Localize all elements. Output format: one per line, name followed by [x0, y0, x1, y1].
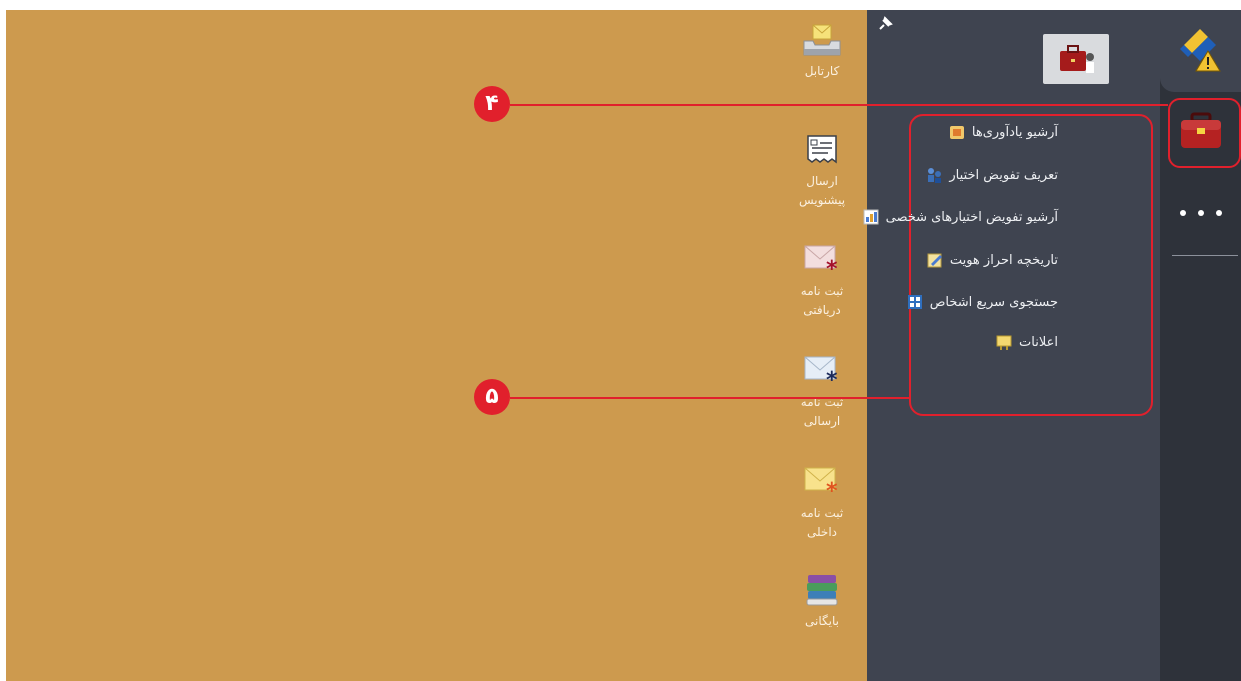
menu-item-people-search[interactable]: جستجوی سریع اشخاص	[906, 291, 1058, 313]
desktop-area: کارتابل ارسال پیشنویس * ثبت نامه دریافتی	[6, 10, 868, 681]
rail-item-main[interactable]	[1160, 10, 1241, 92]
announcement-icon	[995, 333, 1013, 351]
auth-history-icon	[926, 251, 944, 269]
svg-text:*: *	[826, 257, 838, 278]
menu-item-delegation-archive[interactable]: آرشیو تفویض اختیارهای شخصی	[862, 206, 1058, 228]
annotation-5-line	[510, 397, 910, 399]
warning-app-icon	[1176, 25, 1226, 77]
reminder-archive-icon	[948, 123, 966, 141]
draft-document-icon	[802, 132, 842, 168]
side-panel: آرشیو یادآوری‌ها تعریف تفویض اختیار آرشی…	[863, 10, 1160, 681]
desktop-icon-archive[interactable]: بایگانی	[782, 572, 862, 631]
app-rail	[1160, 10, 1241, 681]
rail-divider	[1172, 255, 1238, 256]
people-search-icon	[906, 293, 924, 311]
annotation-4-badge: ۴	[474, 86, 510, 122]
desktop-icon-label: ثبت نامه داخلی	[800, 506, 844, 539]
inbox-tray-icon	[802, 22, 842, 58]
desktop-icon-kartable[interactable]: کارتابل	[782, 22, 862, 81]
desktop-icon-label: ثبت نامه دریافتی	[800, 284, 844, 317]
briefcase-icon	[1178, 111, 1224, 155]
menu-item-reminder-archive[interactable]: آرشیو یادآوری‌ها	[948, 121, 1058, 143]
delegation-archive-icon	[862, 208, 880, 226]
pin-icon[interactable]	[877, 16, 893, 32]
more-dots-icon	[1178, 203, 1224, 222]
mail-yellow-asterisk-icon: *	[802, 464, 842, 500]
desktop-icon-register-sent[interactable]: * ثبت نامه ارسالی	[782, 353, 862, 431]
desktop-icon-label: کارتابل	[804, 64, 840, 78]
svg-text:*: *	[826, 368, 838, 389]
delegation-icon	[925, 166, 943, 184]
annotation-4-line	[510, 104, 1168, 106]
rail-item-more[interactable]	[1160, 174, 1241, 250]
briefcase-user-icon	[1043, 34, 1109, 84]
menu-item-announcements[interactable]: اعلانات	[995, 331, 1058, 353]
desktop-icon-send-draft[interactable]: ارسال پیشنویس	[782, 132, 862, 210]
rail-item-briefcase[interactable]	[1160, 98, 1241, 168]
mail-blue-asterisk-icon: *	[802, 353, 842, 389]
desktop-icon-register-internal[interactable]: * ثبت نامه داخلی	[782, 464, 862, 542]
svg-text:*: *	[826, 479, 838, 500]
desktop-icon-label: ارسال پیشنویس	[798, 174, 846, 207]
desktop-icon-register-received[interactable]: * ثبت نامه دریافتی	[782, 242, 862, 320]
menu-item-delegation-define[interactable]: تعریف تفویض اختیار	[925, 164, 1058, 186]
menu-item-auth-history[interactable]: تاریخچه احراز هویت	[926, 249, 1058, 271]
mail-red-asterisk-icon: *	[802, 242, 842, 278]
annotation-5-badge: ۵	[474, 379, 510, 415]
books-archive-icon	[802, 572, 842, 608]
desktop-icon-label: بایگانی	[805, 614, 839, 628]
